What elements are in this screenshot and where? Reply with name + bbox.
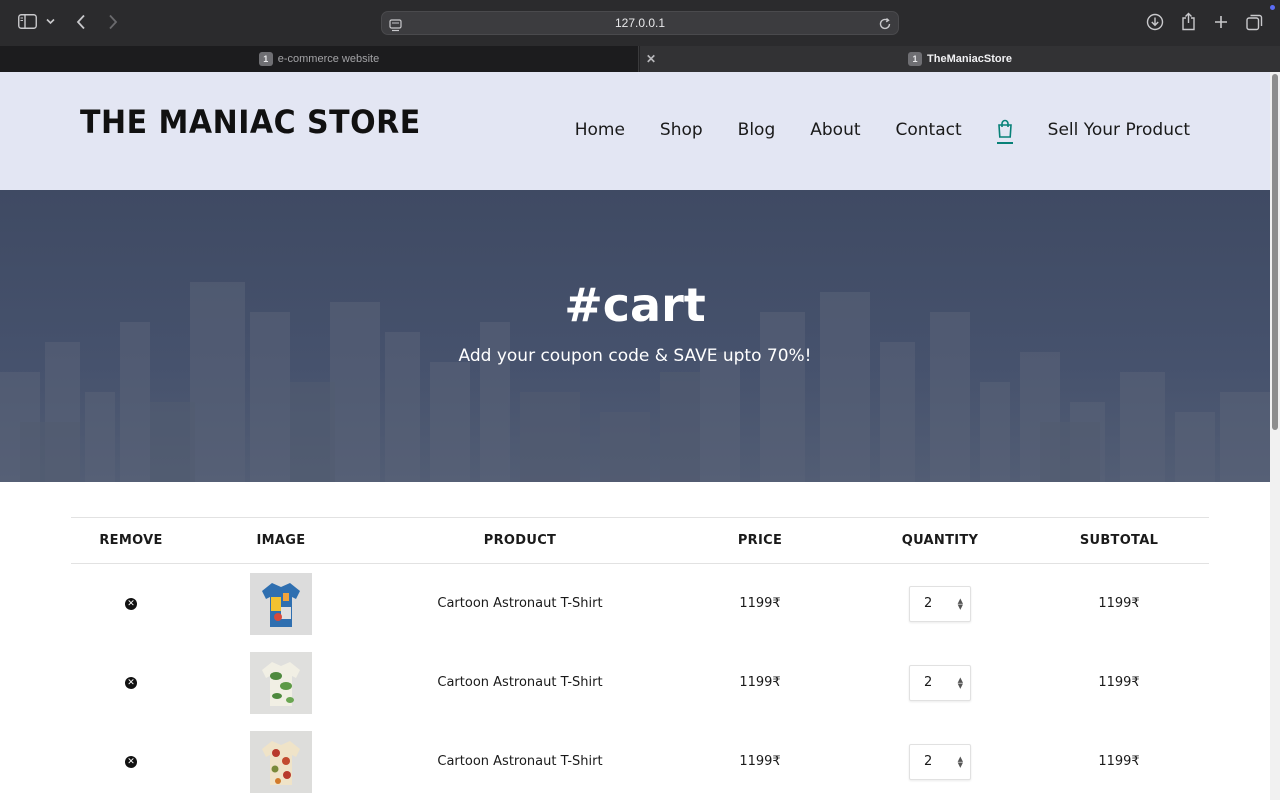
page-hero: #cart Add your coupon code & SAVE upto 7… (0, 190, 1270, 482)
nav-home[interactable]: Home (575, 120, 625, 140)
spinner-icon[interactable]: ▲ ▼ (958, 676, 963, 689)
header-subtotal: SUBTOTAL (1079, 533, 1159, 548)
scrollbar-thumb[interactable] (1272, 74, 1278, 430)
product-price: 1199₹ (739, 596, 781, 611)
chevron-down-icon[interactable] (46, 18, 55, 25)
product-name: Cartoon Astronaut T-Shirt (437, 675, 603, 690)
tab-overview-icon[interactable] (1246, 14, 1263, 31)
product-image[interactable] (250, 730, 312, 793)
main-nav: Home Shop Blog About Contact Sell Your P… (540, 119, 1190, 144)
close-icon[interactable]: ✕ (646, 52, 656, 66)
product-name: Cartoon Astronaut T-Shirt (437, 754, 603, 769)
product-price: 1199₹ (739, 754, 781, 769)
header-remove: REMOVE (99, 533, 163, 548)
spinner-icon[interactable]: ▲ ▼ (958, 597, 963, 610)
site-header: THE MANIAC STORE Home Shop Blog About Co… (0, 72, 1270, 190)
quantity-input[interactable] (910, 586, 950, 621)
forward-icon[interactable] (108, 14, 118, 30)
header-price: PRICE (737, 533, 783, 548)
quantity-stepper[interactable]: ▲▼ (909, 585, 971, 622)
remove-item-icon[interactable]: ✕ (125, 597, 137, 610)
cart-table-header: REMOVE IMAGE PRODUCT PRICE QUANTITY SUBT… (71, 517, 1209, 564)
tab-ecommerce[interactable]: 1 e-commerce website (0, 46, 639, 72)
notification-dot (1270, 5, 1275, 10)
product-subtotal: 1199₹ (1098, 596, 1140, 611)
table-row: ✕ Cartoon Astronaut T-Shirt 1199₹ ▲▼ (71, 722, 1209, 801)
new-tab-icon[interactable] (1214, 15, 1228, 29)
tab-maniacstore[interactable]: ✕ 1 TheManiacStore (640, 46, 1280, 72)
header-image: IMAGE (256, 533, 306, 548)
nav-sell-your-product[interactable]: Sell Your Product (1048, 120, 1190, 140)
nav-about[interactable]: About (810, 120, 860, 140)
nav-blog[interactable]: Blog (738, 120, 776, 140)
quantity-stepper[interactable]: ▲▼ (909, 743, 971, 780)
cart-table: REMOVE IMAGE PRODUCT PRICE QUANTITY SUBT… (71, 517, 1209, 801)
remove-item-icon[interactable]: ✕ (125, 676, 137, 689)
shopping-bag-icon[interactable] (996, 119, 1013, 144)
hero-subtitle: Add your coupon code & SAVE upto 70%! (458, 346, 812, 366)
quantity-stepper[interactable]: ▲▼ (909, 664, 971, 701)
table-row: ✕ Cartoon Astronaut T-Shirt 1199₹ ▲▼ 11 (71, 564, 1209, 643)
nav-shop[interactable]: Shop (660, 120, 703, 140)
product-subtotal: 1199₹ (1098, 754, 1140, 769)
download-icon[interactable] (1146, 13, 1164, 31)
store-logo[interactable]: THE MANIAC STORE (80, 104, 421, 142)
tab-badge: 1 (258, 52, 273, 66)
product-image[interactable] (250, 572, 312, 635)
url-text: 127.0.0.1 (614, 16, 666, 30)
page-scrollbar[interactable] (1270, 72, 1280, 800)
table-row: ✕ Cartoon Astronaut T-Shirt 1199₹ ▲▼ 11 (71, 643, 1209, 722)
remove-item-icon[interactable]: ✕ (125, 755, 137, 768)
back-icon[interactable] (76, 14, 86, 30)
address-bar[interactable]: 127.0.0.1 (381, 11, 899, 35)
active-underline (996, 142, 1013, 144)
product-image[interactable] (250, 651, 312, 714)
tab-label: e-commerce website (277, 53, 380, 65)
sidebar-icon[interactable] (18, 14, 37, 29)
hero-title: #cart (564, 278, 706, 332)
spinner-icon[interactable]: ▲ ▼ (958, 755, 963, 768)
product-price: 1199₹ (739, 675, 781, 690)
nav-contact[interactable]: Contact (896, 120, 962, 140)
product-subtotal: 1199₹ (1098, 675, 1140, 690)
reload-icon[interactable] (878, 16, 892, 35)
tab-label: TheManiacStore (927, 53, 1012, 65)
share-icon[interactable] (1181, 12, 1196, 31)
quantity-input[interactable] (910, 665, 950, 700)
header-quantity: QUANTITY (901, 533, 979, 548)
tab-bar: 1 e-commerce website ✕ 1 TheManiacStore (0, 46, 1280, 72)
browser-toolbar: 127.0.0.1 (0, 0, 1280, 46)
header-product: PRODUCT (483, 533, 557, 548)
quantity-input[interactable] (910, 744, 950, 779)
product-name: Cartoon Astronaut T-Shirt (437, 596, 603, 611)
tab-badge: 1 (908, 52, 923, 66)
